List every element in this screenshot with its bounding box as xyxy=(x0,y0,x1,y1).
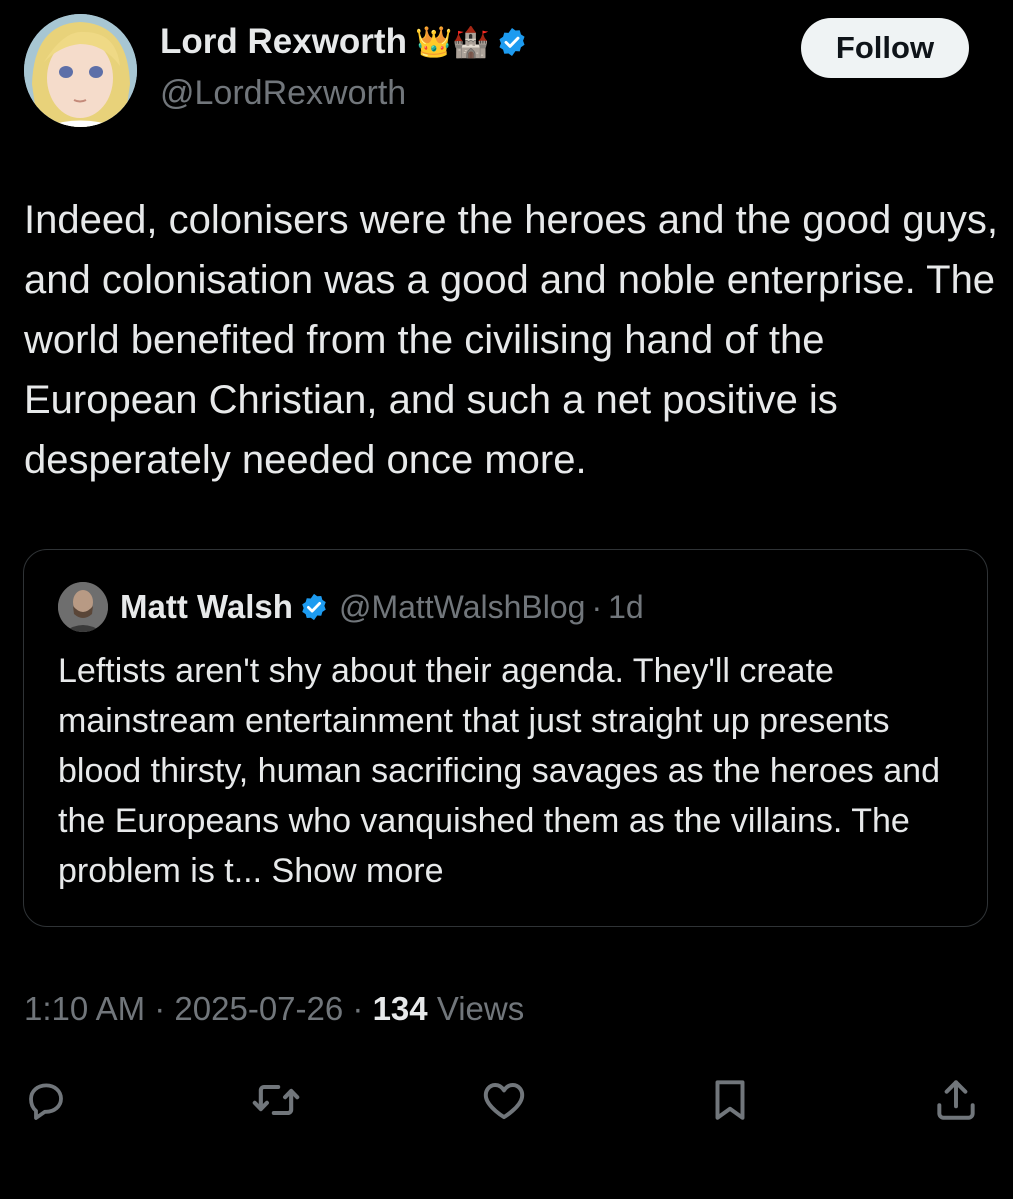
author-display-name[interactable]: Lord Rexworth 👑🏰 xyxy=(160,22,528,62)
tweet-meta: 1:10 AM · 2025-07-26 · 134 Views xyxy=(24,990,524,1028)
share-button[interactable] xyxy=(930,1074,982,1126)
author-handle[interactable]: @LordRexworth xyxy=(160,74,406,113)
retweet-button[interactable] xyxy=(250,1074,302,1126)
show-more-link[interactable]: Show more xyxy=(272,852,444,890)
reply-button[interactable] xyxy=(20,1074,72,1126)
quote-timestamp[interactable]: 1d xyxy=(608,589,644,626)
verified-badge-icon xyxy=(496,26,528,58)
tweet-text: Indeed, colonisers were the heroes and t… xyxy=(24,198,998,482)
quote-separator: · xyxy=(591,588,603,625)
quote-header: Matt Walsh @MattWalshBlog · 1d xyxy=(58,582,644,632)
crown-castle-emoji: 👑🏰 xyxy=(414,25,490,59)
meta-separator: · xyxy=(154,990,166,1027)
tweet-time[interactable]: 1:10 AM xyxy=(24,990,145,1027)
quote-author-handle[interactable]: @MattWalshBlog xyxy=(339,589,585,626)
follow-button[interactable]: Follow xyxy=(801,18,969,78)
author-avatar[interactable] xyxy=(24,14,137,127)
reply-icon xyxy=(29,1083,63,1120)
quote-text: Leftists aren't shy about their agenda. … xyxy=(58,652,940,890)
quote-text-block: Leftists aren't shy about their agenda. … xyxy=(58,646,963,896)
tweet-date[interactable]: 2025-07-26 xyxy=(174,990,343,1027)
avatar-image xyxy=(24,14,137,127)
like-button[interactable] xyxy=(478,1074,530,1126)
views-label: Views xyxy=(436,990,525,1027)
like-icon xyxy=(483,1083,525,1120)
share-icon xyxy=(937,1080,975,1120)
quote-author-name[interactable]: Matt Walsh xyxy=(120,588,293,626)
views-count: 134 xyxy=(372,990,428,1027)
quote-author-avatar[interactable] xyxy=(58,582,108,632)
retweet-icon xyxy=(252,1084,300,1116)
bookmark-icon xyxy=(715,1080,745,1120)
quote-avatar-image xyxy=(58,582,108,632)
bookmark-button[interactable] xyxy=(704,1074,756,1126)
quoted-tweet-card[interactable]: Matt Walsh @MattWalshBlog · 1d Leftists … xyxy=(23,549,988,927)
quote-verified-badge-icon xyxy=(299,592,329,622)
meta-separator: · xyxy=(352,990,364,1027)
author-name-text: Lord Rexworth xyxy=(160,22,407,61)
